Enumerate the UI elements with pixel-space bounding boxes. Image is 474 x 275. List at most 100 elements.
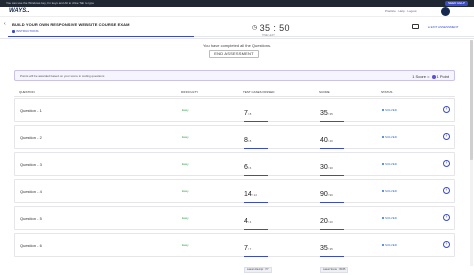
top-menu[interactable]: Practice · Help · Logout — [385, 9, 417, 13]
timer-value: 35 : 50 — [259, 23, 290, 33]
difficulty-label: Easy — [182, 216, 189, 220]
status-label: SOLVED — [385, 108, 397, 112]
table-header: QUESTION DIFFICULTY TEST CASES PASSED SC… — [14, 88, 455, 97]
status-label: SOLVED — [385, 189, 397, 193]
open-question-icon[interactable]: › — [443, 214, 450, 221]
avatar[interactable] — [441, 7, 450, 16]
status-badge: SOLVED — [382, 243, 397, 247]
open-question-icon[interactable]: › — [443, 106, 450, 113]
logo: WAYS.. — [9, 8, 30, 14]
status-dot-icon — [382, 189, 384, 192]
score-points-legend: 1 Score = 1 Point — [412, 73, 449, 79]
score-bar — [320, 121, 344, 122]
question-name[interactable]: Question - 3 — [20, 162, 42, 167]
table-row[interactable]: Question - 1Easy7/ 8Latest Attempt : 7/7… — [14, 98, 455, 138]
test-cases-bar — [244, 229, 268, 230]
test-cases-bar — [244, 175, 268, 176]
status-label: SOLVED — [385, 135, 397, 139]
score-value: 30 — [320, 164, 328, 171]
score-value: 90 — [320, 191, 328, 198]
instructions-label: INSTRUCTIONS — [16, 29, 39, 33]
question-name[interactable]: Question - 5 — [20, 216, 42, 221]
score-label: 1 Score — [412, 73, 426, 79]
test-cases-bar — [244, 121, 268, 122]
table-row[interactable]: Question - 2Easy8/ 8Latest Attempt : 8/8… — [14, 125, 455, 165]
status-label: SOLVED — [385, 216, 397, 220]
status-dot-icon — [382, 162, 384, 165]
instructions-link[interactable]: INSTRUCTIONS — [12, 29, 39, 33]
score-total: / 30 — [327, 166, 333, 170]
score-bar — [320, 229, 344, 230]
latest-attempt-chip: Latest Attempt : 7/7 — [244, 267, 272, 273]
table-row[interactable]: Question - 5Easy4/ 4Latest Attempt : 4/4… — [14, 206, 455, 246]
status-label: SOLVED — [385, 162, 397, 166]
back-icon[interactable]: ‹ — [4, 21, 6, 27]
header-question: QUESTION — [19, 90, 35, 94]
header-score: SCORE — [319, 90, 330, 94]
exam-progress-fill — [8, 36, 195, 37]
exam-title: BUILD YOUR OWN RESPONSIVE WEBSITE COURSE… — [12, 22, 130, 27]
status-dot-icon — [382, 108, 384, 111]
status-dot-icon — [382, 135, 384, 138]
end-assessment-button[interactable]: END ASSESSMENT — [209, 50, 259, 58]
clock-icon: ◷ — [252, 25, 258, 31]
status-badge: SOLVED — [382, 216, 397, 220]
score-total: / 40 — [327, 139, 333, 143]
test-cases-bar — [244, 148, 268, 149]
banner-text: You can use the Windows key, Fn keys and… — [6, 1, 94, 5]
points-note-text: Points will be awarded based on your sco… — [20, 74, 105, 78]
difficulty-label: Easy — [182, 135, 189, 139]
open-question-icon[interactable]: › — [443, 133, 450, 140]
exam-header: ‹ BUILD YOUR OWN RESPONSIVE WEBSITE COUR… — [0, 17, 474, 39]
difficulty-label: Easy — [182, 189, 189, 193]
test-cases-cell: 7/ 7 Latest Attempt : 7/7 — [244, 237, 276, 275]
question-name[interactable]: Question - 1 — [20, 108, 42, 113]
latest-score-chip: Latest Score : 35/35 — [320, 267, 349, 273]
points-note: Points will be awarded based on your sco… — [14, 70, 455, 81]
score-total: / 20 — [327, 220, 333, 224]
exam-progress-bar — [8, 36, 474, 37]
question-name[interactable]: Question - 4 — [20, 189, 42, 194]
status-badge: SOLVED — [382, 108, 397, 112]
test-cases-total: / 14 — [251, 193, 257, 197]
test-cases-total: / 8 — [247, 139, 252, 143]
difficulty-label: Easy — [182, 162, 189, 166]
exit-assessment-button[interactable]: ● EXIT ASSESSMENT — [428, 25, 458, 29]
test-cases-total: / 8 — [247, 112, 252, 116]
status-badge: SOLVED — [382, 189, 397, 193]
instructions-icon — [12, 29, 15, 33]
top-navbar: WAYS.. Practice · Help · Logout — [0, 7, 474, 17]
question-name[interactable]: Question - 6 — [20, 243, 42, 248]
test-cases-bar — [244, 202, 268, 203]
notepad-icon[interactable] — [412, 24, 419, 29]
timer: ◷ 35 : 50 — [252, 23, 290, 33]
header-test-cases: TEST CASES PASSED — [243, 90, 275, 94]
scrollbar-thumb[interactable] — [470, 40, 473, 160]
open-question-icon[interactable]: › — [443, 160, 450, 167]
score-value: 20 — [320, 218, 328, 225]
score-bar — [320, 148, 344, 149]
score-bar — [320, 202, 344, 203]
status-badge: SOLVED — [382, 135, 397, 139]
open-question-icon[interactable]: › — [443, 187, 450, 194]
info-banner: You can use the Windows key, Fn keys and… — [0, 0, 474, 7]
status-dot-icon — [382, 243, 384, 246]
table-row[interactable]: Question - 3Easy6/ 6Latest Attempt : 6/6… — [14, 152, 455, 192]
table-row[interactable]: Question - 6 Easy 7/ 7 Latest Attempt : 7/7… — [14, 233, 455, 273]
test-cases-total: / 6 — [247, 166, 252, 170]
test-cases-total: / 4 — [247, 220, 252, 224]
header-status: STATUS — [381, 90, 393, 94]
score-total: / 90 — [327, 193, 333, 197]
table-row[interactable]: Question - 4Easy14/ 14Latest Attempt : 1… — [14, 179, 455, 219]
difficulty-label: Easy — [182, 243, 189, 247]
point-icon — [431, 74, 436, 79]
need-help-button[interactable]: NEED HELP — [444, 1, 468, 6]
score-cell: 35/ 35 Latest Score : 35/35 — [320, 237, 360, 275]
points-label: 1 Point — [436, 73, 449, 79]
test-cases-passed: 14 — [244, 191, 252, 198]
score-bar — [320, 256, 344, 257]
exit-assessment-label: EXIT ASSESSMENT — [430, 25, 459, 29]
open-question-icon[interactable]: › — [443, 241, 450, 248]
question-name[interactable]: Question - 2 — [20, 135, 42, 140]
completion-message: You have completed all the Questions. — [202, 43, 272, 48]
